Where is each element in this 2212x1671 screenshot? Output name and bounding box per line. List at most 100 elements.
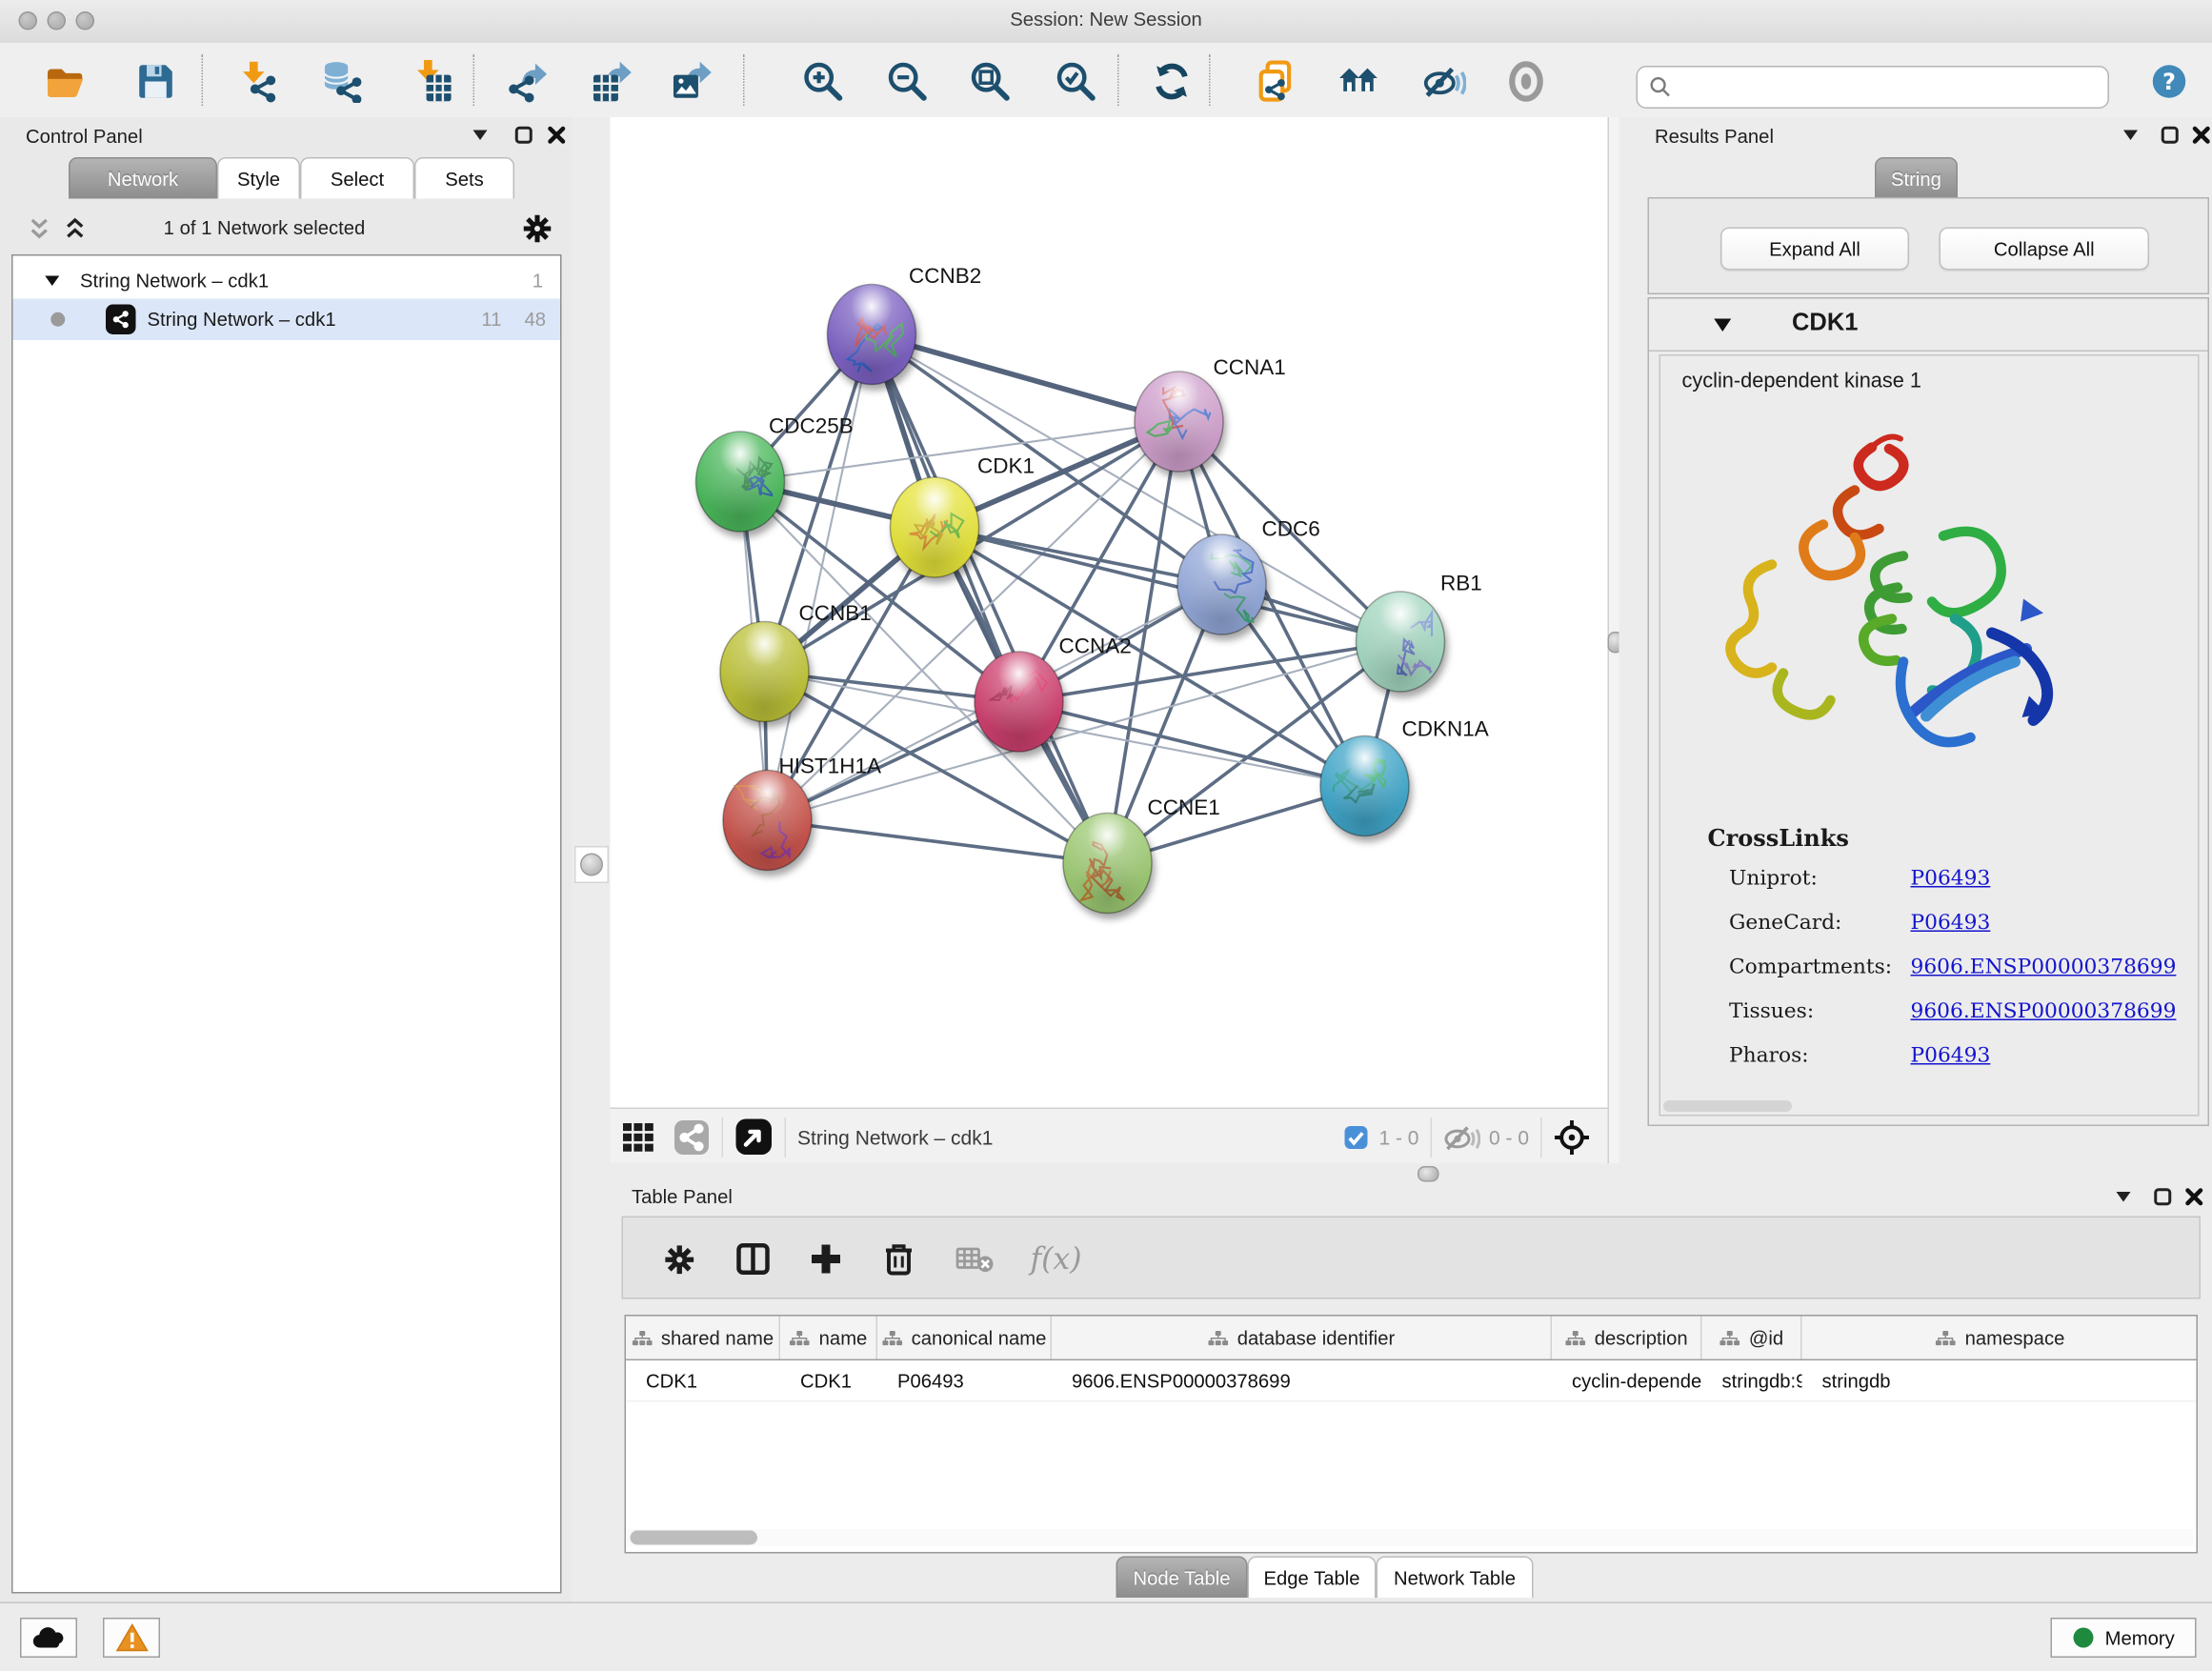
- delete-table-icon[interactable]: [954, 1238, 996, 1280]
- column-header-canonical-name[interactable]: canonical name: [877, 1317, 1052, 1359]
- results-panel-close-icon[interactable]: [2192, 126, 2211, 145]
- column-header-database-identifier[interactable]: database identifier: [1052, 1317, 1552, 1359]
- zoom-fit-button[interactable]: [965, 56, 1016, 108]
- tab-style[interactable]: Style: [217, 157, 300, 199]
- export-network-button[interactable]: [503, 56, 554, 108]
- tab-network-table[interactable]: Network Table: [1377, 1557, 1534, 1599]
- cloud-button[interactable]: [20, 1618, 77, 1658]
- tab-network[interactable]: Network: [69, 157, 217, 199]
- network-edge[interactable]: [872, 334, 1179, 422]
- crosslink-link[interactable]: 9606.ENSP00000378699: [1911, 1000, 2177, 1023]
- selected-checkbox-icon[interactable]: [1343, 1124, 1369, 1150]
- control-panel-menu-icon[interactable]: [472, 126, 489, 143]
- control-panel-splitter[interactable]: [572, 117, 612, 1602]
- network-node-RB1[interactable]: [1357, 592, 1445, 692]
- table-cell[interactable]: CDK1: [626, 1360, 780, 1400]
- first-neighbors-button[interactable]: [1334, 56, 1385, 108]
- network-node-CCNA2[interactable]: [975, 652, 1063, 752]
- table-panel-close-icon[interactable]: [2185, 1188, 2204, 1207]
- search-input[interactable]: [1680, 75, 2108, 100]
- table-hscrollbar-thumb[interactable]: [631, 1531, 758, 1545]
- zoom-selected-button[interactable]: [1051, 56, 1102, 108]
- network-edge[interactable]: [872, 334, 1108, 863]
- tab-sets[interactable]: Sets: [414, 157, 514, 199]
- network-view[interactable]: CCNB2CCNA1CDC25BCDK1CDC6RB1CCNB1CCNA2CDK…: [611, 117, 1608, 1163]
- column-header-name[interactable]: name: [780, 1317, 877, 1359]
- network-edge[interactable]: [768, 642, 1401, 821]
- network-overview-icon[interactable]: [674, 1118, 711, 1156]
- copy-network-button[interactable]: [1252, 56, 1303, 108]
- tab-edge-table[interactable]: Edge Table: [1248, 1557, 1377, 1599]
- hidden-eye-icon[interactable]: [1443, 1122, 1480, 1151]
- network-node-CCNB1[interactable]: [720, 622, 809, 722]
- section-collapse-icon[interactable]: [1714, 317, 1733, 333]
- tab-select[interactable]: Select: [300, 157, 414, 199]
- control-panel-float-icon[interactable]: [514, 126, 533, 145]
- table-cell[interactable]: CDK1: [780, 1360, 877, 1400]
- help-button[interactable]: ?: [2143, 56, 2195, 108]
- network-node-CDC6[interactable]: [1177, 534, 1266, 634]
- table-cell[interactable]: stringdb:9...: [1702, 1360, 1802, 1400]
- network-options-gear-icon[interactable]: [522, 213, 553, 245]
- column-header-namespace[interactable]: namespace: [1802, 1317, 2199, 1359]
- zoom-out-button[interactable]: [882, 56, 934, 108]
- network-edge[interactable]: [768, 334, 873, 820]
- crosslink-link[interactable]: 9606.ENSP00000378699: [1911, 956, 2177, 979]
- table-panel-menu-icon[interactable]: [2115, 1188, 2132, 1205]
- table-cell[interactable]: cyclin-dependent ...: [1552, 1360, 1702, 1400]
- collapse-all-button[interactable]: Collapse All: [1940, 228, 2150, 271]
- network-node-CDKN1A[interactable]: [1320, 736, 1409, 836]
- save-session-button[interactable]: [131, 56, 182, 108]
- network-node-CCNA1[interactable]: [1135, 372, 1223, 472]
- crosslink-link[interactable]: P06493: [1911, 868, 1991, 891]
- import-database-button[interactable]: [317, 56, 369, 108]
- show-columns-icon[interactable]: [732, 1238, 774, 1280]
- detail-scrollbar[interactable]: [1663, 1100, 1792, 1112]
- network-tree-root-row[interactable]: String Network – cdk1 1: [13, 262, 561, 299]
- import-table-button[interactable]: [408, 56, 459, 108]
- show-all-button[interactable]: [1500, 56, 1552, 108]
- delete-column-icon[interactable]: [877, 1238, 920, 1280]
- table-cell[interactable]: stringdb: [1802, 1360, 2199, 1400]
- gene-section-header[interactable]: CDK1: [1649, 299, 2208, 352]
- network-tree-child-row[interactable]: String Network – cdk1 11 48: [13, 299, 561, 341]
- results-panel-float-icon[interactable]: [2161, 126, 2180, 145]
- table-cell[interactable]: P06493: [877, 1360, 1052, 1400]
- export-image-button[interactable]: [666, 56, 717, 108]
- network-node-HIST1H1A[interactable]: [723, 771, 812, 871]
- table-panel-splitter[interactable]: [611, 1163, 2212, 1182]
- memory-button[interactable]: Memory: [2051, 1618, 2197, 1658]
- crosslink-link[interactable]: P06493: [1911, 1045, 1991, 1068]
- birdseye-view-icon[interactable]: [734, 1117, 774, 1157]
- import-network-button[interactable]: [233, 56, 285, 108]
- column-header-description[interactable]: description: [1552, 1317, 1702, 1359]
- add-column-icon[interactable]: [805, 1238, 848, 1280]
- search-box[interactable]: [1637, 66, 2110, 109]
- network-node-CCNE1[interactable]: [1063, 814, 1152, 914]
- control-panel-close-icon[interactable]: [548, 126, 567, 145]
- export-table-button[interactable]: [586, 56, 637, 108]
- function-builder-icon[interactable]: f(x): [1025, 1238, 1088, 1280]
- expand-all-button[interactable]: Expand All: [1720, 228, 1909, 271]
- tree-expander-icon[interactable]: [45, 273, 61, 287]
- network-node-CCNB2[interactable]: [828, 285, 916, 385]
- splitter-collapse-handle[interactable]: [574, 846, 609, 883]
- column-header-shared-name[interactable]: shared name: [626, 1317, 780, 1359]
- tab-string[interactable]: String: [1875, 157, 1958, 199]
- table-row[interactable]: CDK1CDK1P064939606.ENSP00000378699cyclin…: [626, 1360, 2197, 1402]
- refresh-button[interactable]: [1146, 56, 1197, 108]
- grid-view-icon[interactable]: [622, 1119, 656, 1154]
- network-node-CDC25B[interactable]: [696, 432, 785, 532]
- zoom-in-button[interactable]: [797, 56, 849, 108]
- node-table[interactable]: shared namenamecanonical namedatabase id…: [625, 1315, 2199, 1554]
- tab-node-table[interactable]: Node Table: [1116, 1557, 1248, 1599]
- table-cell[interactable]: 9606.ENSP00000378699: [1052, 1360, 1552, 1400]
- hide-selection-button[interactable]: [1419, 56, 1471, 108]
- splitter-collapse-handle[interactable]: [1418, 1166, 1439, 1182]
- open-session-button[interactable]: [40, 56, 91, 108]
- fit-content-crosshair-icon[interactable]: [1554, 1118, 1591, 1156]
- table-hscrollbar[interactable]: [628, 1529, 2194, 1546]
- network-node-CDK1[interactable]: [891, 477, 979, 577]
- crosslink-link[interactable]: P06493: [1911, 912, 1991, 935]
- table-panel-float-icon[interactable]: [2154, 1188, 2173, 1207]
